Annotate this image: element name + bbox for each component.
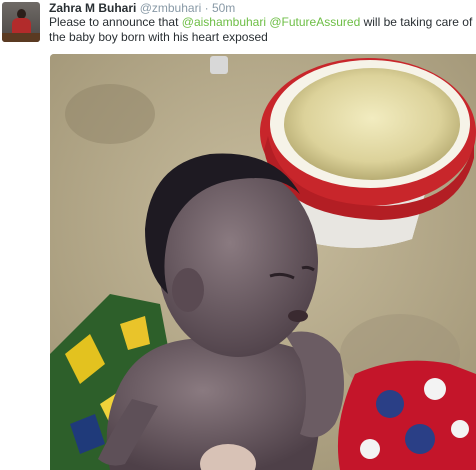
- header-separator: ·: [204, 1, 209, 15]
- author-name[interactable]: Zahra M Buhari: [49, 1, 136, 15]
- mention-link[interactable]: @FutureAssured: [269, 15, 360, 29]
- floor-stain: [65, 84, 155, 144]
- tweet-card: Zahra M Buhari @zmbuhari · 50m Please to…: [0, 0, 476, 470]
- mention-link[interactable]: @aishambuhari: [182, 15, 266, 29]
- photo-illustration: [50, 54, 476, 470]
- tweet-header: Zahra M Buhari @zmbuhari · 50m: [49, 1, 235, 15]
- avatar-desk: [2, 33, 40, 42]
- author-avatar[interactable]: [2, 2, 40, 42]
- tweet-timestamp[interactable]: 50m: [212, 1, 235, 15]
- author-handle[interactable]: @zmbuhari: [140, 1, 202, 15]
- tweet-text: Please to announce that @aishambuhari @F…: [49, 15, 474, 45]
- cloth-right: [337, 360, 476, 470]
- tweet-text-part: Please to announce that: [49, 15, 182, 29]
- tweet-photo[interactable]: [50, 54, 476, 470]
- small-object: [210, 56, 228, 74]
